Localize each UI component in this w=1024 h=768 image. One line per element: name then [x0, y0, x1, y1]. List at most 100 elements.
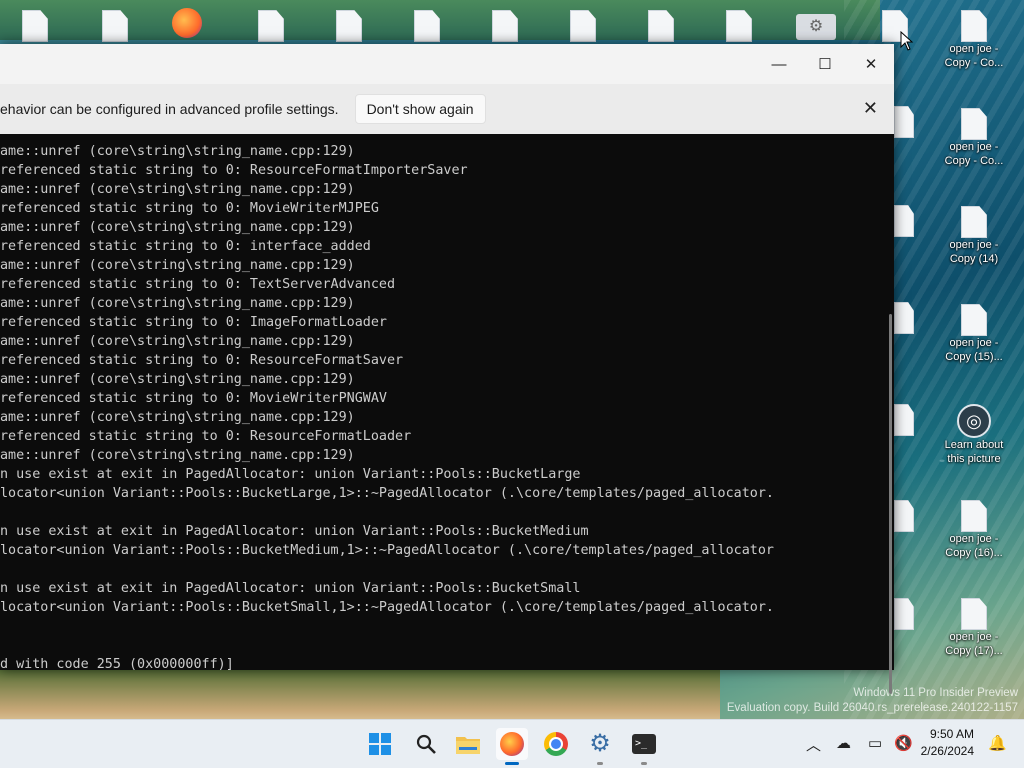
desktop-file-icon[interactable]	[258, 10, 284, 42]
desktop-item-label: Copy (15)...	[945, 351, 1003, 363]
desktop-item-label: open joe -	[949, 43, 999, 55]
desktop-file-icon[interactable]	[102, 10, 128, 42]
scrollbar[interactable]	[886, 134, 894, 694]
desktop-file-icon[interactable]	[894, 598, 914, 630]
desktop-file-icon[interactable]	[570, 10, 596, 42]
desktop-item[interactable]: open joe - Copy - Co...	[942, 108, 1006, 168]
scrollbar-thumb[interactable]	[889, 314, 892, 694]
desktop-item[interactable]: open joe - Copy (16)...	[942, 500, 1006, 560]
terminal-line: n use exist at exit in PagedAllocator: u…	[0, 581, 581, 596]
file-icon	[961, 206, 987, 238]
active-indicator	[505, 762, 519, 765]
desktop-file-icon[interactable]	[414, 10, 440, 42]
settings-desktop-icon[interactable]: ⚙	[796, 14, 836, 40]
file-icon	[961, 10, 987, 42]
window-titlebar[interactable]: — ☐ ✕	[0, 44, 894, 84]
file-icon	[961, 500, 987, 532]
mouse-cursor-icon	[900, 31, 914, 51]
terminal-line: locator<union Variant::Pools::BucketSmal…	[0, 600, 774, 615]
terminal-line: ame::unref (core\string\string_name.cpp:…	[0, 220, 355, 235]
start-button[interactable]	[364, 728, 396, 760]
desktop-item[interactable]: open joe - Copy (15)...	[942, 304, 1006, 364]
desktop-file-icon[interactable]	[894, 205, 914, 237]
terminal-output[interactable]: ame::unref (core\string\string_name.cpp:…	[0, 134, 886, 670]
terminal-line: referenced static string to 0: ResourceF…	[0, 163, 468, 178]
watermark-build: Evaluation copy. Build 26040.rs_prerelea…	[726, 702, 1018, 714]
chrome-taskbar-button[interactable]	[540, 728, 572, 760]
desktop-item-label: open joe -	[949, 239, 999, 251]
terminal-line: ame::unref (core\string\string_name.cpp:…	[0, 334, 355, 349]
desktop-file-icon[interactable]	[22, 10, 48, 42]
terminal-line: ame::unref (core\string\string_name.cpp:…	[0, 410, 355, 425]
chrome-icon	[544, 732, 568, 756]
desktop-item-label: open joe -	[949, 631, 999, 643]
cloud-icon[interactable]: ☁	[836, 734, 851, 752]
chevron-up-icon[interactable]: ︿	[806, 734, 821, 755]
desktop-item-label: Copy (17)...	[945, 645, 1003, 657]
desktop-file-icon[interactable]	[336, 10, 362, 42]
close-button[interactable]: ✕	[848, 44, 894, 84]
terminal-line: referenced static string to 0: ResourceF…	[0, 353, 404, 368]
desktop-item-label: Learn about	[944, 439, 1004, 451]
volume-muted-icon[interactable]: 🔇	[894, 734, 913, 752]
desktop-file-icon[interactable]	[894, 500, 914, 532]
desktop-file-icon[interactable]	[894, 404, 914, 436]
firefox-taskbar-button[interactable]	[496, 728, 528, 765]
desktop-item-label: this picture	[947, 453, 1001, 465]
desktop-file-icon[interactable]	[894, 106, 914, 138]
terminal-line: referenced static string to 0: ImageForm…	[0, 315, 387, 330]
network-icon[interactable]: ▭	[868, 734, 882, 752]
minimize-button[interactable]: —	[756, 44, 802, 84]
terminal-line: locator<union Variant::Pools::BucketLarg…	[0, 486, 774, 501]
terminal-line: n use exist at exit in PagedAllocator: u…	[0, 467, 581, 482]
learn-about-picture[interactable]: ◎ Learn about this picture	[942, 404, 1006, 466]
info-bar: ehavior can be configured in advanced pr…	[0, 84, 894, 134]
desktop-file-icon[interactable]	[894, 302, 914, 334]
running-indicator	[641, 762, 647, 765]
terminal-line: ame::unref (core\string\string_name.cpp:…	[0, 182, 355, 197]
file-icon	[961, 598, 987, 630]
info-bar-close-icon[interactable]: ✕	[863, 98, 878, 119]
clock-time: 9:50 AM	[929, 727, 974, 741]
terminal-line: referenced static string to 0: MovieWrit…	[0, 391, 387, 406]
maximize-button[interactable]: ☐	[802, 44, 848, 84]
taskbar-clock[interactable]: 9:50 AM 2/26/2024	[921, 726, 974, 760]
folder-icon	[456, 737, 480, 754]
desktop-item[interactable]: open joe - Copy - Co...	[942, 10, 1006, 70]
terminal-line: ame::unref (core\string\string_name.cpp:…	[0, 144, 355, 159]
notification-bell-icon[interactable]: 🔔	[988, 734, 1007, 752]
terminal-line: ame::unref (core\string\string_name.cpp:…	[0, 258, 355, 273]
terminal-line: d with code 255 (0x000000ff)]	[0, 657, 234, 670]
desktop-file-icon[interactable]	[726, 10, 752, 42]
watermark-edition: Windows 11 Pro Insider Preview	[853, 687, 1018, 699]
terminal-line: referenced static string to 0: interface…	[0, 239, 371, 254]
terminal-line: ame::unref (core\string\string_name.cpp:…	[0, 296, 355, 311]
desktop-item[interactable]: open joe - Copy (14)	[942, 206, 1006, 266]
windows-logo-icon	[369, 733, 391, 755]
gear-icon: ⚙	[589, 730, 611, 757]
desktop-item-label: Copy - Co...	[944, 155, 1004, 167]
file-explorer-button[interactable]	[452, 728, 484, 760]
terminal-line: ame::unref (core\string\string_name.cpp:…	[0, 372, 355, 387]
search-icon	[416, 734, 436, 754]
terminal-line: locator<union Variant::Pools::BucketMedi…	[0, 543, 774, 558]
terminal-line: referenced static string to 0: TextServe…	[0, 277, 396, 292]
desktop-item-label: Copy - Co...	[944, 57, 1004, 69]
terminal-window[interactable]: — ☐ ✕ ehavior can be configured in advan…	[0, 44, 894, 694]
firefox-icon	[500, 732, 524, 756]
terminal-taskbar-button[interactable]: >_	[628, 728, 660, 765]
firefox-desktop-icon[interactable]	[172, 8, 202, 38]
settings-taskbar-button[interactable]: ⚙	[584, 728, 616, 765]
desktop-file-icon[interactable]	[648, 10, 674, 42]
learn-about-picture-icon: ◎	[957, 404, 991, 438]
info-bar-message: ehavior can be configured in advanced pr…	[0, 101, 339, 117]
desktop-file-icon[interactable]	[492, 10, 518, 42]
dont-show-again-button[interactable]: Don't show again	[354, 94, 486, 124]
search-button[interactable]	[410, 728, 442, 760]
desktop-item-label: open joe -	[949, 141, 999, 153]
desktop-item[interactable]: open joe - Copy (17)...	[942, 598, 1006, 658]
